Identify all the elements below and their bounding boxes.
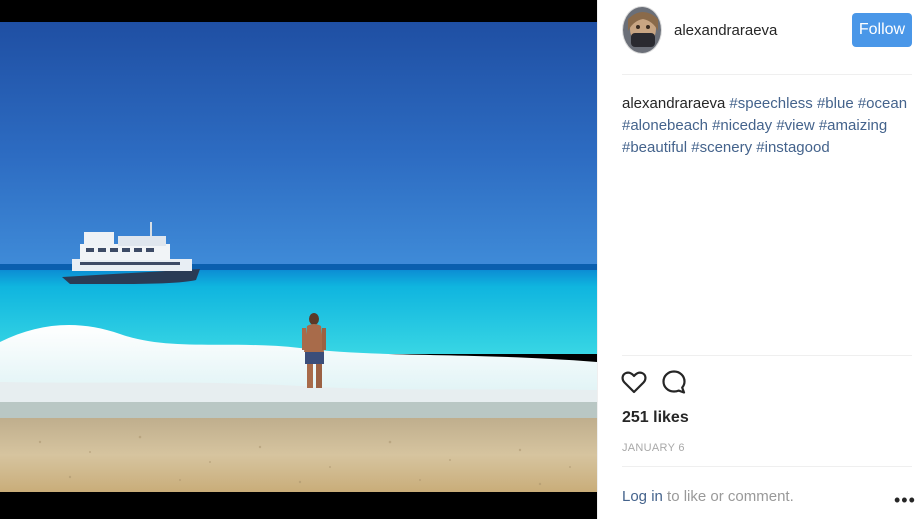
post-caption: alexandraraeva #speechless #blue #ocean #… — [622, 93, 912, 159]
hashtag[interactable]: #niceday — [712, 117, 772, 134]
divider — [622, 466, 912, 467]
caption-author[interactable]: alexandraraeva — [622, 95, 725, 112]
post-actions — [620, 368, 720, 398]
post-username[interactable]: alexandraraeva — [674, 22, 777, 39]
divider — [622, 74, 912, 75]
hashtag[interactable]: #view — [776, 117, 814, 134]
likes-count[interactable]: 251 likes — [622, 409, 689, 427]
post-header: alexandraraeva Follow — [598, 0, 924, 72]
follow-button[interactable]: Follow — [852, 13, 912, 47]
divider — [622, 355, 912, 356]
heart-icon[interactable] — [620, 368, 648, 396]
hashtag[interactable]: #alonebeach — [622, 117, 708, 134]
login-prompt: Log in to like or comment. — [622, 488, 794, 505]
hashtag[interactable]: #instagood — [756, 139, 829, 156]
hashtag[interactable]: #ocean — [858, 95, 907, 112]
hashtag[interactable]: #amaizing — [819, 117, 887, 134]
login-suffix: to like or comment. — [662, 488, 794, 505]
more-options-icon[interactable]: ••• — [894, 490, 916, 511]
hashtag[interactable]: #blue — [817, 95, 854, 112]
post-photo[interactable] — [0, 22, 597, 492]
post-date: JANUARY 6 — [622, 442, 685, 454]
comment-icon[interactable] — [660, 368, 688, 396]
login-link[interactable]: Log in — [622, 488, 663, 505]
hashtag[interactable]: #beautiful — [622, 139, 687, 156]
avatar[interactable] — [622, 6, 662, 54]
hashtag[interactable]: #speechless — [729, 95, 812, 112]
post-sidebar: alexandraraeva Follow alexandraraeva #spe… — [597, 0, 924, 519]
post-media[interactable] — [0, 0, 597, 519]
hashtag[interactable]: #scenery — [691, 139, 752, 156]
